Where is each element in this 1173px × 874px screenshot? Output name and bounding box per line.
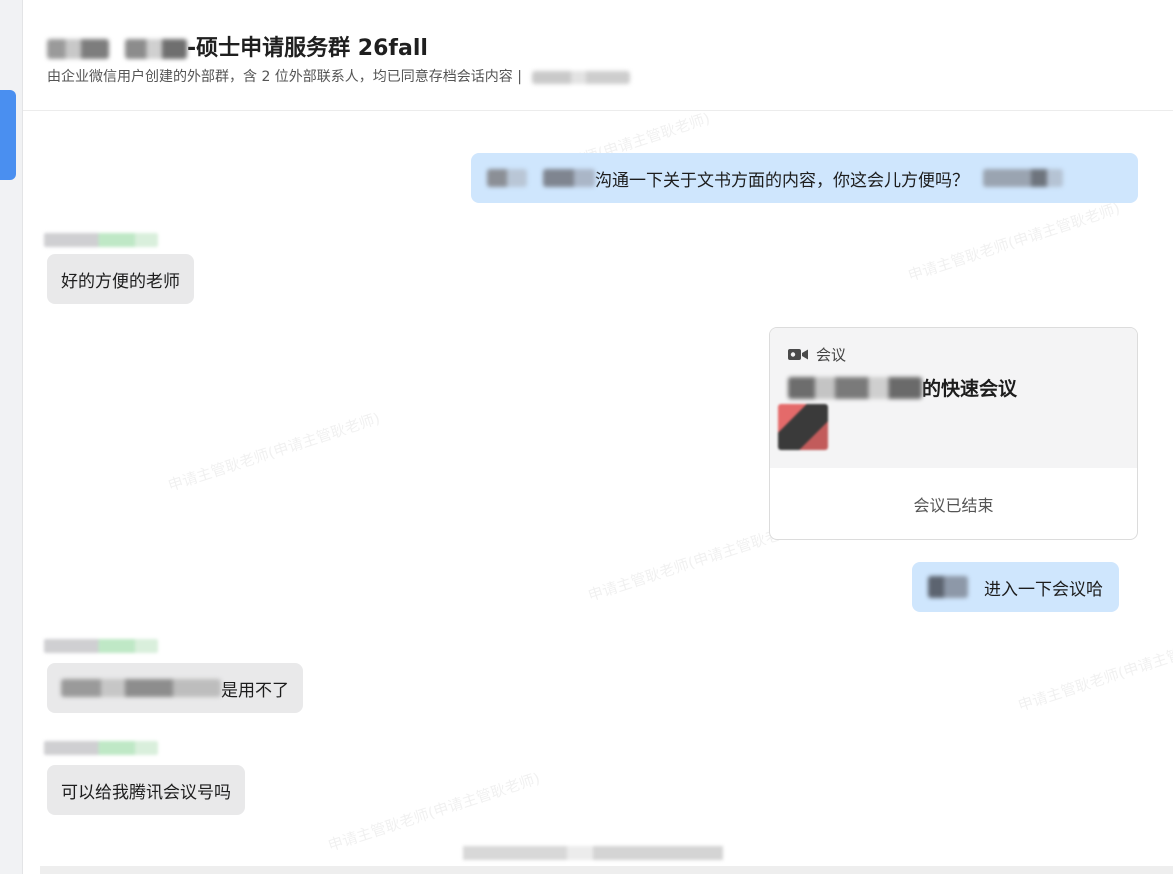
redacted-owner bbox=[532, 70, 631, 84]
meeting-tag-label: 会议 bbox=[816, 346, 847, 364]
watermark: 申请主管耿老师(申请主管耿老师) bbox=[1015, 629, 1173, 715]
group-title-text: -硕士申请服务群 26fall bbox=[187, 36, 428, 61]
meeting-card-header: 会议 的快速会议 bbox=[770, 328, 1137, 468]
group-subtitle: 由企业微信用户创建的外部群，含 2 位外部联系人，均已同意存档会话内容 | bbox=[47, 66, 631, 86]
sender-name-redacted bbox=[44, 639, 158, 653]
redacted-suffix bbox=[983, 169, 1063, 187]
left-active-tab[interactable] bbox=[0, 90, 16, 180]
meeting-status: 会议已结束 bbox=[913, 495, 994, 515]
redacted-prefix bbox=[543, 169, 595, 187]
redacted-group-name-2 bbox=[125, 39, 187, 59]
meeting-title-text: 的快速会议 bbox=[922, 378, 1018, 400]
sender-name-redacted bbox=[44, 741, 158, 755]
meeting-tag: 会议 bbox=[788, 344, 846, 365]
meeting-host-avatar bbox=[778, 404, 828, 450]
redacted-name bbox=[487, 169, 527, 187]
redacted-name bbox=[928, 576, 968, 598]
chat-area: 申请主管耿老师(申请主管耿老师) 申请主管耿老师(申请主管耿老师) 申请主管耿老… bbox=[23, 109, 1173, 874]
group-subtitle-text: 由企业微信用户创建的外部群，含 2 位外部联系人，均已同意存档会话内容 | bbox=[47, 69, 522, 85]
video-camera-icon bbox=[788, 349, 808, 360]
watermark: 申请主管耿老师(申请主管耿老师) bbox=[905, 199, 1123, 285]
group-title: -硕士申请服务群 26fall bbox=[47, 30, 428, 62]
message-text: 是用不了 bbox=[221, 680, 289, 701]
redacted-message-prefix bbox=[61, 679, 221, 697]
chat-header: -硕士申请服务群 26fall 由企业微信用户创建的外部群，含 2 位外部联系人… bbox=[23, 0, 1173, 111]
redacted-host-name bbox=[788, 376, 922, 399]
message-text: 沟通一下关于文书方面的内容，你这会儿方便吗？ bbox=[595, 170, 969, 191]
message-bubble-incoming[interactable]: 好的方便的老师 bbox=[47, 254, 194, 304]
message-bubble-outgoing[interactable]: 进入一下会议哈 bbox=[912, 562, 1119, 612]
sender-name-redacted bbox=[44, 233, 158, 247]
watermark: 申请主管耿老师(申请主管耿老师) bbox=[325, 769, 543, 855]
meeting-title: 的快速会议 bbox=[788, 374, 1017, 401]
watermark: 申请主管耿老师(申请主管耿老师) bbox=[165, 409, 383, 495]
redacted-group-name bbox=[47, 39, 109, 59]
message-text: 可以给我腾讯会议号吗 bbox=[61, 782, 231, 803]
message-bubble-incoming[interactable]: 可以给我腾讯会议号吗 bbox=[47, 765, 245, 815]
meeting-card[interactable]: 会议 的快速会议 会议已结束 bbox=[769, 327, 1138, 540]
message-text: 好的方便的老师 bbox=[61, 271, 180, 292]
redacted-footer-text bbox=[463, 846, 723, 860]
message-bubble-incoming[interactable]: 是用不了 bbox=[47, 663, 303, 713]
message-text: 进入一下会议哈 bbox=[984, 579, 1103, 600]
composer-edge bbox=[40, 866, 1173, 874]
message-bubble-outgoing[interactable]: 沟通一下关于文书方面的内容，你这会儿方便吗？ bbox=[471, 153, 1138, 203]
